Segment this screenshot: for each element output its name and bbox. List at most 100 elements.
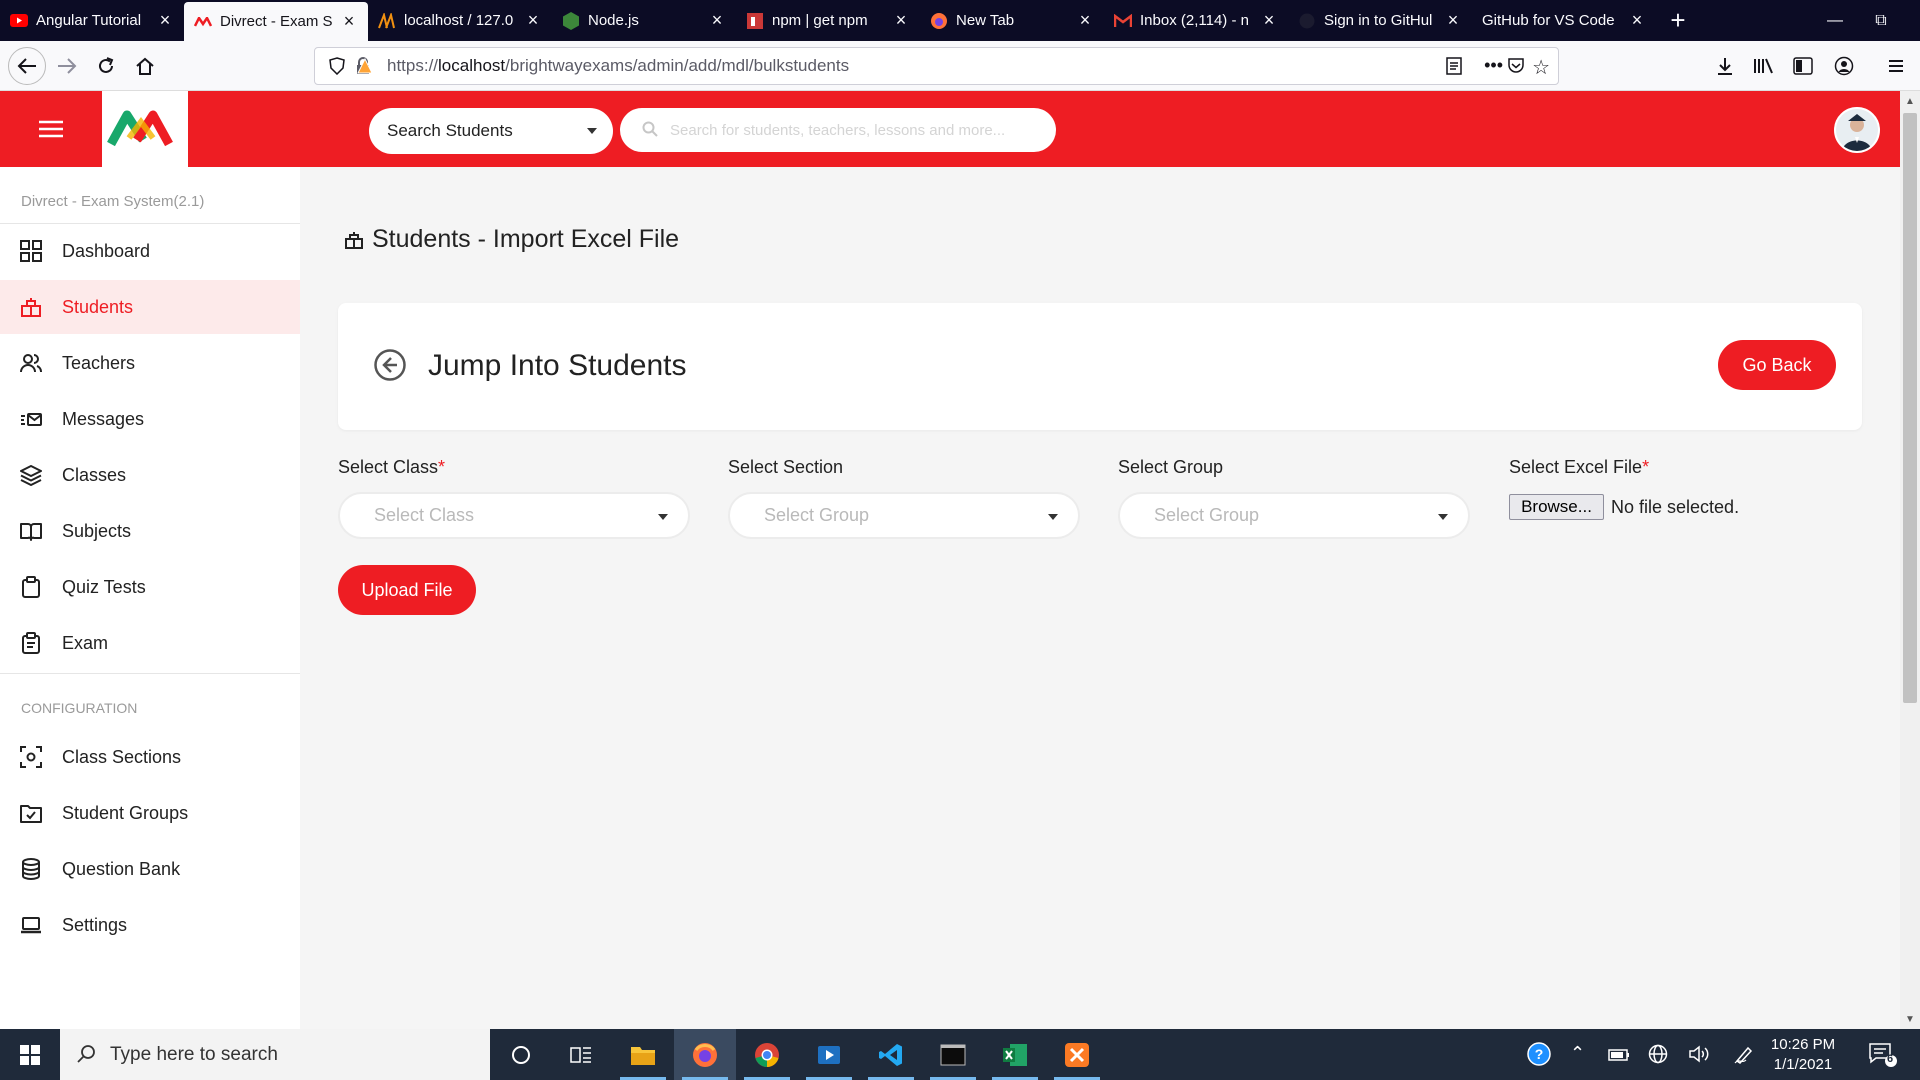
xampp-icon[interactable]	[1046, 1029, 1108, 1080]
cortana-icon[interactable]	[490, 1029, 552, 1080]
go-back-button[interactable]: Go Back	[1718, 340, 1836, 390]
sidebar-item-label: Students	[62, 296, 134, 317]
close-tab-icon[interactable]: ×	[156, 10, 174, 31]
npm-icon	[746, 12, 764, 30]
sidebar-item-label: Class Sections	[62, 746, 182, 767]
back-arrow-icon[interactable]	[8, 47, 46, 85]
file-explorer-icon[interactable]	[612, 1029, 674, 1080]
close-tab-icon[interactable]: ×	[340, 11, 358, 32]
close-tab-icon[interactable]: ×	[1628, 10, 1646, 31]
media-player-icon[interactable]	[798, 1029, 860, 1080]
sidebar-item-quiz-tests[interactable]: Quiz Tests	[0, 560, 300, 614]
browser-tab[interactable]: npm | get npm ×	[736, 0, 920, 41]
minimize-window-icon[interactable]: —	[1812, 0, 1858, 41]
tab-label: npm | get npm	[772, 12, 868, 29]
brand-logo[interactable]	[102, 91, 188, 167]
search-icon	[76, 1044, 96, 1069]
user-avatar[interactable]	[1834, 107, 1880, 153]
forward-arrow-icon[interactable]	[50, 49, 84, 83]
search-scope-select[interactable]: Search Students	[369, 108, 613, 154]
browser-tab-active[interactable]: Divrect - Exam S ×	[184, 2, 368, 41]
task-view-icon[interactable]	[550, 1029, 612, 1080]
network-globe-icon[interactable]	[1648, 1044, 1668, 1069]
sidebar-toggle-icon[interactable]	[1786, 49, 1820, 83]
chevron-down-icon	[1438, 514, 1448, 520]
browse-file-button[interactable]: Browse...	[1509, 494, 1604, 520]
chevron-up-icon[interactable]: ⌃	[1570, 1043, 1585, 1064]
upload-file-button[interactable]: Upload File	[338, 565, 476, 615]
divrect-logo-icon	[107, 110, 173, 147]
sidebar-item-student-groups[interactable]: Student Groups	[0, 786, 300, 840]
vscode-icon[interactable]	[860, 1029, 922, 1080]
scroll-up-icon[interactable]: ▲	[1900, 91, 1920, 111]
volume-icon[interactable]	[1688, 1044, 1710, 1069]
taskbar-search-box[interactable]: Type here to search	[60, 1029, 490, 1080]
close-tab-icon[interactable]: ×	[1444, 10, 1462, 31]
url-bar[interactable]: https://localhost/brightwayexams/admin/a…	[314, 47, 1559, 85]
browser-tab[interactable]: Sign in to GitHul ×	[1288, 0, 1472, 41]
sidebar-item-subjects[interactable]: Subjects	[0, 504, 300, 558]
browser-tab[interactable]: Node.js ×	[552, 0, 736, 41]
select-class-label: Select Class*	[338, 457, 446, 477]
browser-tab[interactable]: Angular Tutorial ×	[0, 0, 184, 41]
hamburger-menu-icon[interactable]	[0, 91, 102, 167]
sidebar-item-settings[interactable]: Settings	[0, 898, 300, 952]
scrollbar-thumb[interactable]	[1903, 113, 1917, 703]
downloads-icon[interactable]	[1708, 49, 1742, 83]
app-version: Divrect - Exam System(2.1)	[21, 193, 205, 210]
sidebar-item-dashboard[interactable]: Dashboard	[0, 224, 300, 278]
taskbar-clock[interactable]: 10:26 PM 1/1/2021	[1758, 1035, 1848, 1075]
notifications-icon[interactable]: 6	[1868, 1042, 1898, 1073]
browser-tab[interactable]: Inbox (2,114) - n ×	[1104, 0, 1288, 41]
sidebar-item-messages[interactable]: Messages	[0, 392, 300, 446]
browser-tab[interactable]: New Tab ×	[920, 0, 1104, 41]
close-tab-icon[interactable]: ×	[708, 10, 726, 31]
sidebar-item-label: Dashboard	[62, 240, 151, 261]
scroll-down-icon[interactable]: ▼	[1900, 1009, 1920, 1029]
sidebar-item-classes[interactable]: Classes	[0, 448, 300, 502]
windows-start-icon[interactable]	[0, 1029, 60, 1080]
sidebar-item-class-sections[interactable]: Class Sections	[0, 730, 300, 784]
required-marker: *	[1642, 457, 1650, 477]
reload-icon[interactable]	[89, 49, 123, 83]
browser-tab[interactable]: localhost / 127.0 ×	[368, 0, 552, 41]
help-icon[interactable]: ?	[1526, 1041, 1552, 1072]
sidebar-item-question-bank[interactable]: Question Bank	[0, 842, 300, 896]
sidebar-item-teachers[interactable]: Teachers	[0, 336, 300, 390]
insecure-lock-icon[interactable]	[355, 57, 373, 80]
sidebar-item-exam[interactable]: Exam	[0, 616, 300, 670]
more-actions-icon[interactable]: •••	[1484, 55, 1503, 76]
new-tab-button[interactable]: +	[1656, 0, 1700, 41]
back-circle-arrow-icon[interactable]	[373, 348, 407, 382]
sidebar-item-students[interactable]: Students	[0, 280, 300, 334]
home-icon[interactable]	[128, 49, 162, 83]
account-icon[interactable]	[1827, 49, 1861, 83]
global-search-input[interactable]	[670, 121, 1030, 139]
chevron-down-icon	[658, 514, 668, 520]
reader-view-icon[interactable]	[1446, 57, 1462, 80]
browser-tab[interactable]: GitHub for VS Code ×	[1472, 0, 1656, 41]
close-tab-icon[interactable]: ×	[1260, 10, 1278, 31]
clock-date: 1/1/2021	[1773, 1056, 1833, 1073]
select-section-dropdown[interactable]: Select Group	[728, 492, 1080, 539]
menu-icon[interactable]	[1879, 49, 1913, 83]
divrect-logo-icon	[194, 13, 212, 31]
bookmark-star-icon[interactable]: ☆	[1532, 55, 1550, 80]
battery-icon[interactable]	[1608, 1046, 1630, 1067]
firefox-icon[interactable]	[674, 1029, 736, 1080]
close-tab-icon[interactable]: ×	[892, 10, 910, 31]
close-tab-icon[interactable]: ×	[1076, 10, 1094, 31]
excel-icon[interactable]	[984, 1029, 1046, 1080]
pocket-icon[interactable]	[1507, 57, 1525, 79]
global-search-box[interactable]	[620, 108, 1056, 152]
tracking-shield-icon[interactable]	[329, 57, 345, 80]
restore-window-icon[interactable]: ⧉	[1858, 0, 1904, 41]
page-scrollbar[interactable]: ▲ ▼	[1900, 91, 1920, 1029]
pen-ink-icon[interactable]	[1734, 1044, 1756, 1069]
close-tab-icon[interactable]: ×	[524, 10, 542, 31]
library-icon[interactable]	[1747, 49, 1781, 83]
select-group-dropdown[interactable]: Select Group	[1118, 492, 1470, 539]
terminal-icon[interactable]	[922, 1029, 984, 1080]
chrome-icon[interactable]	[736, 1029, 798, 1080]
select-class-dropdown[interactable]: Select Class	[338, 492, 690, 539]
